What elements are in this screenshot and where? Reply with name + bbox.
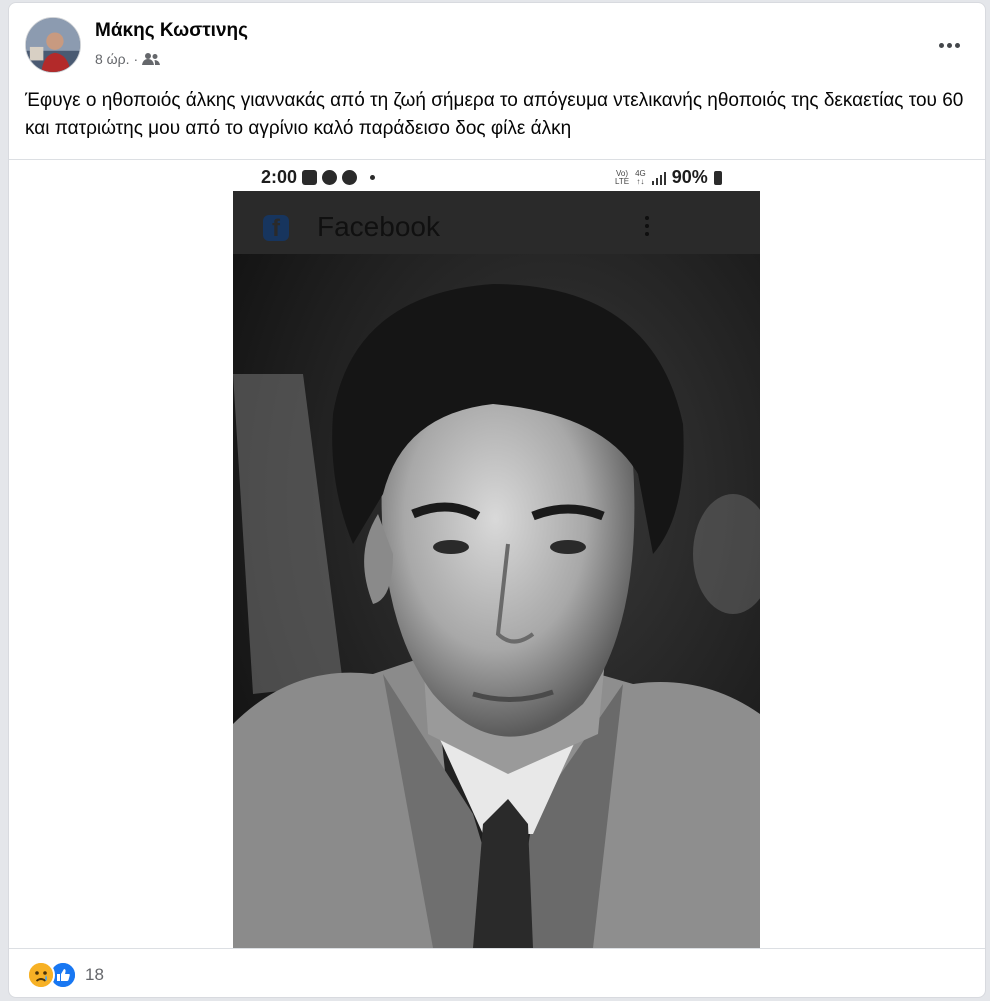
post-meta: 8 ώρ. · [95,51,161,67]
media-divider [9,159,985,160]
screenshot-menu-icon [644,216,650,240]
author-name[interactable]: Μάκης Κωστινης [95,20,248,42]
battery-percent: 90% [671,167,708,187]
status-time-group: 2:00 [261,167,376,188]
post-photo[interactable] [233,254,760,948]
network-label-bottom: ↑↓ [636,176,645,186]
battery-icon [713,170,722,185]
post-card: Μάκης Κωστινης 8 ώρ. · Έφυγε ο ηθοποιός … [8,2,986,998]
facebook-notification-icon-2 [342,170,358,185]
more-notifications-dot-icon [370,175,376,180]
reactions-summary[interactable]: 18 [27,960,104,990]
author-avatar[interactable] [25,17,81,73]
post-time[interactable]: 8 ώρ. [95,51,129,67]
status-right-group: Vo) LTE 4G ↑↓ 90% [615,167,722,188]
sad-reaction-icon [27,961,55,989]
post-header: Μάκης Κωστινης 8 ώρ. · [25,15,971,75]
post-text: Έφυγε ο ηθοποιός άλκης γιαννακάς από τη … [25,90,964,139]
facebook-logo-icon: f [263,215,289,241]
network-4g-icon: 4G ↑↓ [635,169,646,186]
meta-separator: · [133,51,139,67]
gallery-icon [302,170,318,185]
friends-icon[interactable] [142,52,161,66]
status-time: 2:00 [261,167,298,187]
screenshot-app-bar: f Facebook [233,191,760,254]
volte-icon: Vo) LTE [615,169,630,186]
screenshot-status-bar: 2:00 Vo) LTE 4G ↑↓ 90% [9,163,985,193]
facebook-notification-icon [322,170,338,185]
more-options-icon[interactable] [931,33,967,57]
footer-divider [9,948,985,949]
volte-label-bottom: LTE [615,176,630,186]
signal-icon [651,171,666,185]
reaction-count[interactable]: 18 [85,965,104,985]
screenshot-app-title: Facebook [317,211,440,242]
